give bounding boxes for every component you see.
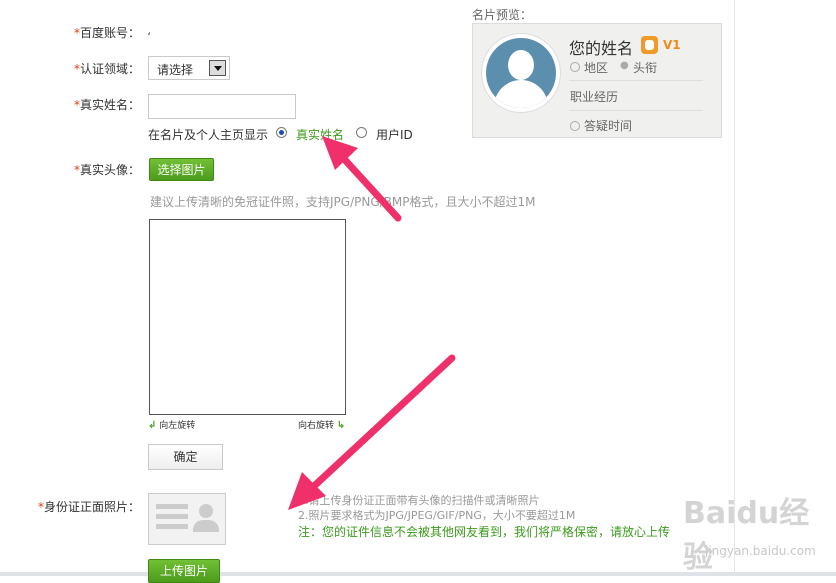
- arrow-to-realname-option: [322, 136, 402, 222]
- annotation-arrows: [288, 136, 456, 510]
- arrow-to-idcard-notes: [288, 354, 456, 510]
